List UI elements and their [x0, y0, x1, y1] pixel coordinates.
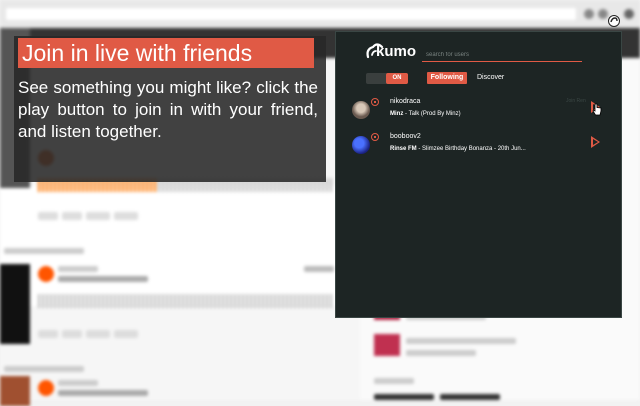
- friend-row: booboov2 Rinse FM - Slimzee Birthday Bon…: [348, 133, 610, 161]
- tutorial-body: See something you might like? click the …: [18, 78, 318, 141]
- extension-icon[interactable]: [584, 9, 594, 19]
- tab-discover[interactable]: Discover: [477, 72, 504, 84]
- now-playing-artist: Rinse FM: [390, 146, 417, 152]
- pointer-cursor-icon: [592, 103, 602, 116]
- brand-name: kumo: [376, 43, 417, 60]
- tab-following[interactable]: Following: [427, 72, 467, 84]
- toggle-on-label: ON: [386, 73, 408, 84]
- avatar: [352, 136, 370, 154]
- tutorial-overlay: Join in live with friends See something …: [14, 36, 326, 182]
- user-search-input[interactable]: [422, 48, 582, 62]
- track-artwork[interactable]: [0, 376, 30, 406]
- menu-icon[interactable]: [624, 9, 634, 19]
- stop-listening-icon[interactable]: [371, 98, 379, 106]
- now-playing-title: Talk (Prod By Minz): [408, 111, 461, 117]
- kumo-popup: kumo ON Following Discover nikodraca Min…: [335, 31, 622, 318]
- play-icon[interactable]: [591, 136, 600, 148]
- extension-icon[interactable]: [598, 9, 608, 19]
- friend-row: nikodraca Minz - Talk (Prod By Minz) Joi…: [348, 98, 610, 126]
- join-label: Join Ren: [566, 98, 586, 104]
- address-bar[interactable]: [6, 8, 576, 20]
- tutorial-title: Join in live with friends: [18, 38, 314, 68]
- now-playing: Rinse FM - Slimzee Birthday Bonanza - 20…: [390, 146, 526, 152]
- friend-username: nikodraca: [390, 98, 421, 105]
- live-toggle[interactable]: ON: [366, 73, 408, 84]
- now-playing-artist: Minz: [390, 111, 404, 117]
- browser-toolbar: [0, 0, 640, 29]
- play-icon[interactable]: [38, 380, 54, 396]
- track-artwork[interactable]: [0, 264, 30, 344]
- friend-username: booboov2: [390, 133, 421, 140]
- avatar: [352, 101, 370, 119]
- stop-listening-icon[interactable]: [371, 133, 379, 141]
- now-playing-title: Slimzee Birthday Bonanza - 20th Jun...: [422, 146, 526, 152]
- kumo-extension-icon[interactable]: [608, 15, 620, 27]
- sidebar-thumb[interactable]: [374, 334, 400, 356]
- play-icon[interactable]: [38, 266, 54, 282]
- now-playing: Minz - Talk (Prod By Minz): [390, 111, 461, 117]
